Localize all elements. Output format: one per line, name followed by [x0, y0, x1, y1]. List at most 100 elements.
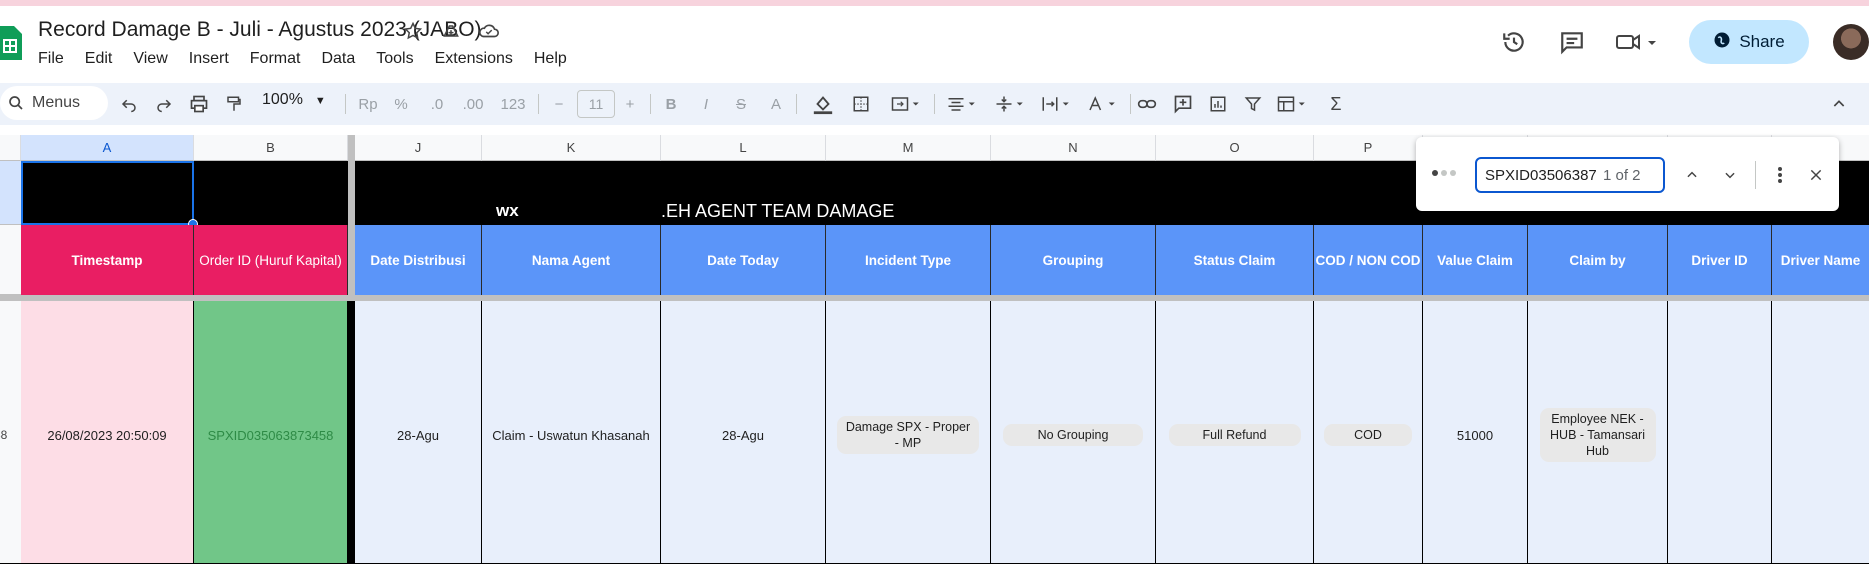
cell-nama-agent[interactable]: Claim - Uswatun Khasanah — [482, 301, 661, 569]
print-icon[interactable] — [186, 91, 212, 117]
column-header-m[interactable]: M — [826, 135, 991, 161]
text-rotation-icon[interactable] — [1082, 91, 1122, 117]
functions-icon[interactable]: Σ — [1323, 91, 1349, 117]
version-history-icon[interactable] — [1499, 27, 1529, 57]
status-claim-chip[interactable]: Full Refund — [1168, 424, 1301, 446]
insert-link-icon[interactable] — [1134, 91, 1160, 117]
column-header-j[interactable]: J — [355, 135, 482, 161]
cell-driver-name[interactable] — [1772, 301, 1869, 569]
previous-match-icon[interactable] — [1680, 163, 1704, 187]
incident-type-chip[interactable]: Damage SPX - Proper - MP — [837, 416, 979, 454]
font-size-input[interactable]: 11 — [577, 90, 615, 118]
menu-data[interactable]: Data — [321, 50, 355, 68]
merge-cells-icon[interactable] — [886, 91, 926, 117]
cell-incident-type[interactable]: Damage SPX - Proper - MP — [826, 301, 991, 569]
header-claim-by[interactable]: Claim by — [1528, 225, 1668, 295]
redo-icon[interactable] — [151, 91, 177, 117]
column-header-n[interactable]: N — [991, 135, 1156, 161]
meet-video-icon[interactable] — [1615, 27, 1661, 57]
header-status-claim[interactable]: Status Claim — [1156, 225, 1314, 295]
menu-help[interactable]: Help — [534, 50, 567, 68]
column-header-b[interactable]: B — [194, 135, 348, 161]
comments-icon[interactable] — [1557, 27, 1587, 57]
filter-icon[interactable] — [1240, 91, 1266, 117]
zoom-select[interactable]: 100% ▼ — [262, 91, 326, 109]
header-nama-agent[interactable]: Nama Agent — [482, 225, 661, 295]
horizontal-align-icon[interactable] — [942, 91, 982, 117]
cell-claim-by[interactable]: Employee NEK - HUB - Tamansari Hub — [1528, 301, 1668, 569]
row-header-1[interactable] — [0, 161, 21, 225]
text-color-icon[interactable]: A — [763, 91, 789, 117]
header-timestamp[interactable]: Timestamp — [21, 225, 194, 295]
select-all-corner[interactable] — [0, 135, 21, 161]
cell-timestamp[interactable]: 26/08/2023 20:50:09 — [21, 301, 194, 569]
header-grouping[interactable]: Grouping — [991, 225, 1156, 295]
close-icon[interactable] — [1804, 163, 1828, 187]
bold-icon[interactable]: B — [658, 91, 684, 117]
star-icon[interactable] — [402, 20, 424, 42]
find-input[interactable]: SPXID035063873458 1 of 2 — [1475, 157, 1665, 193]
menu-extensions[interactable]: Extensions — [435, 50, 513, 68]
cell-driver-id[interactable] — [1668, 301, 1772, 569]
selected-cell-a1[interactable] — [21, 161, 194, 225]
more-formats-button[interactable]: 123 — [496, 91, 530, 117]
header-date-distribusi[interactable]: Date Distribusi — [355, 225, 482, 295]
cell-value-claim[interactable]: 51000 — [1423, 301, 1528, 569]
next-match-icon[interactable] — [1718, 163, 1742, 187]
cell-date-distribusi[interactable]: 28-Agu — [355, 301, 482, 569]
cell-order-id[interactable]: SPXID035063873458 — [194, 301, 348, 569]
column-header-o[interactable]: O — [1156, 135, 1314, 161]
italic-icon[interactable]: I — [693, 91, 719, 117]
borders-icon[interactable] — [848, 91, 874, 117]
header-order-id[interactable]: Order ID (Huruf Kapital) — [194, 225, 348, 295]
grouping-chip[interactable]: No Grouping — [1003, 424, 1143, 446]
header-driver-name[interactable]: Driver Name — [1772, 225, 1869, 295]
vertical-align-icon[interactable] — [990, 91, 1030, 117]
strikethrough-icon[interactable]: S — [728, 91, 754, 117]
avatar[interactable] — [1833, 24, 1869, 60]
insert-comment-icon[interactable] — [1170, 91, 1196, 117]
menu-tools[interactable]: Tools — [376, 50, 413, 68]
cod-chip[interactable]: COD — [1324, 424, 1412, 446]
claim-by-chip[interactable]: Employee NEK - HUB - Tamansari Hub — [1539, 408, 1656, 462]
more-options-icon[interactable] — [1768, 163, 1792, 187]
row-number[interactable]: 38 — [0, 301, 21, 569]
cell-grouping[interactable]: No Grouping — [991, 301, 1156, 569]
header-incident-type[interactable]: Incident Type — [826, 225, 991, 295]
menu-insert[interactable]: Insert — [189, 50, 229, 68]
paint-format-icon[interactable] — [221, 91, 247, 117]
increase-font-size-icon[interactable]: + — [617, 91, 643, 117]
cloud-saved-icon[interactable] — [478, 20, 500, 42]
insert-chart-icon[interactable] — [1205, 91, 1231, 117]
menu-format[interactable]: Format — [250, 50, 301, 68]
move-to-drive-icon[interactable] — [440, 20, 462, 42]
decrease-decimal-button[interactable]: .0 — [424, 91, 450, 117]
header-date-today[interactable]: Date Today — [661, 225, 826, 295]
column-header-p[interactable]: P — [1314, 135, 1423, 161]
percent-format-button[interactable]: % — [388, 91, 414, 117]
increase-decimal-button[interactable]: .00 — [460, 91, 486, 117]
collapse-toolbar-icon[interactable] — [1826, 91, 1852, 117]
decrease-font-size-icon[interactable]: − — [546, 91, 572, 117]
row-header-2[interactable] — [0, 225, 21, 295]
search-menus[interactable]: Menus — [0, 86, 108, 120]
column-header-a[interactable]: A — [21, 135, 194, 161]
menu-file[interactable]: File — [38, 50, 64, 68]
cell-status-claim[interactable]: Full Refund — [1156, 301, 1314, 569]
undo-icon[interactable] — [116, 91, 142, 117]
cell-cod[interactable]: COD — [1314, 301, 1423, 569]
header-cod-non-cod[interactable]: COD / NON COD — [1314, 225, 1423, 295]
share-button[interactable]: Share — [1689, 20, 1809, 64]
header-driver-id[interactable]: Driver ID — [1668, 225, 1772, 295]
fill-color-icon[interactable] — [810, 91, 836, 117]
menu-edit[interactable]: Edit — [85, 50, 113, 68]
header-value-claim[interactable]: Value Claim — [1423, 225, 1528, 295]
menu-view[interactable]: View — [133, 50, 167, 68]
currency-format-button[interactable]: Rp — [352, 91, 384, 117]
filter-views-icon[interactable] — [1272, 91, 1312, 117]
sheets-logo-icon[interactable] — [0, 26, 22, 60]
column-header-k[interactable]: K — [482, 135, 661, 161]
cell-date-today[interactable]: 28-Agu — [661, 301, 826, 569]
text-wrapping-icon[interactable] — [1036, 91, 1076, 117]
column-header-l[interactable]: L — [661, 135, 826, 161]
